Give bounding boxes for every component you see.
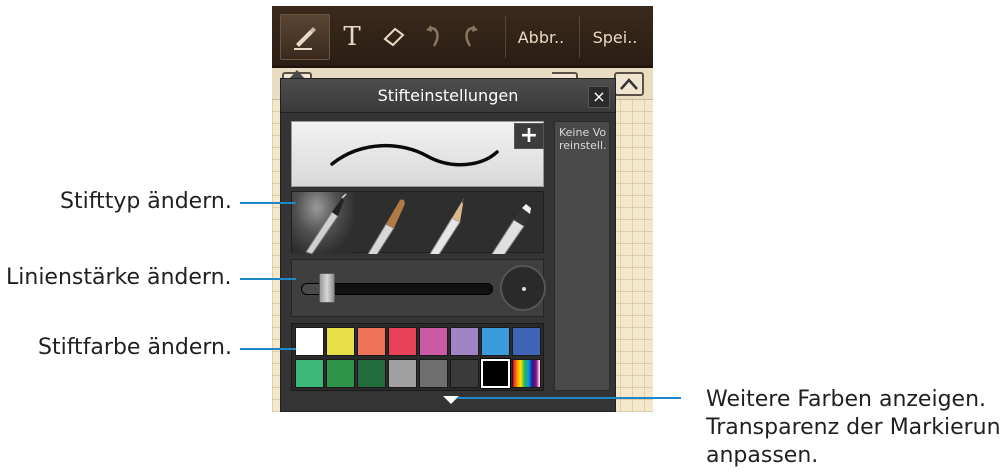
callout-leader-pen-type xyxy=(240,202,296,204)
color-swatch[interactable] xyxy=(512,327,541,356)
collapse-button[interactable] xyxy=(614,72,644,96)
close-button[interactable]: × xyxy=(588,86,610,108)
undo-button[interactable] xyxy=(416,14,452,60)
pen-icon xyxy=(294,27,316,50)
toolbar-divider xyxy=(505,16,506,58)
save-label: Spei.. xyxy=(592,27,638,47)
color-swatch[interactable] xyxy=(419,359,448,388)
popup-title: Stifteinstellungen xyxy=(377,86,519,105)
callout-more-colors-line1: Weitere Farben anzeigen. xyxy=(706,387,987,412)
color-swatch[interactable] xyxy=(357,327,386,356)
callout-more-colors-line2: Transparenz der Markierung xyxy=(706,415,1001,440)
thickness-preview xyxy=(500,265,546,311)
color-swatch[interactable] xyxy=(295,327,324,356)
undo-icon xyxy=(426,25,439,47)
callout-thickness: Linienstärke ändern. xyxy=(6,265,232,290)
pen-type-marker[interactable] xyxy=(482,192,544,259)
color-swatch[interactable] xyxy=(326,359,355,388)
callout-leader-thickness xyxy=(240,278,296,280)
chevron-up-icon xyxy=(620,78,638,90)
redo-icon xyxy=(465,25,478,47)
color-swatch[interactable] xyxy=(481,327,510,356)
pen-type-fountain-pen[interactable] xyxy=(292,192,354,255)
pen-type-brush[interactable] xyxy=(356,192,418,257)
callout-leader-color xyxy=(240,348,296,350)
thickness-dot xyxy=(522,287,526,291)
plus-icon: + xyxy=(519,123,539,148)
no-presets-text: Keine Vo reinstell. xyxy=(559,126,607,152)
thickness-control xyxy=(291,259,546,317)
top-toolbar: T Abbr.. Spei.. xyxy=(272,6,653,68)
color-spectrum-swatch[interactable] xyxy=(512,359,541,388)
color-swatch[interactable] xyxy=(295,359,324,388)
save-button[interactable]: Spei.. xyxy=(584,14,646,60)
callout-leader-more-colors xyxy=(457,397,681,399)
pen-tool-button[interactable] xyxy=(280,14,330,60)
fountain-pen-icon xyxy=(305,193,347,255)
stroke-preview xyxy=(291,121,544,187)
phone-screen: T Abbr.. Spei.. Stifteinstellungen × + K… xyxy=(272,6,653,412)
eraser-icon xyxy=(383,27,405,47)
cancel-label: Abbr.. xyxy=(517,27,565,47)
close-icon: × xyxy=(592,87,606,106)
color-swatch[interactable] xyxy=(388,359,417,388)
color-swatch[interactable] xyxy=(450,327,479,356)
color-swatch[interactable] xyxy=(419,327,448,356)
color-swatch[interactable] xyxy=(357,359,386,388)
presets-panel[interactable]: Keine Vo reinstell. xyxy=(554,121,610,391)
eraser-tool-button[interactable] xyxy=(374,14,414,60)
callout-color: Stiftfarbe ändern. xyxy=(38,335,232,360)
stroke-preview-line xyxy=(330,143,499,167)
color-swatch[interactable] xyxy=(388,327,417,356)
brush-icon xyxy=(367,199,405,257)
text-T-icon: T xyxy=(343,22,361,52)
color-swatch[interactable] xyxy=(480,358,511,389)
pen-type-pencil[interactable] xyxy=(418,192,480,257)
cancel-button[interactable]: Abbr.. xyxy=(510,14,572,60)
pen-type-selector xyxy=(291,191,544,259)
pen-settings-popup: Stifteinstellungen × + Keine Vo reinstel… xyxy=(280,78,616,412)
marker-icon xyxy=(491,204,531,259)
text-tool-button[interactable]: T xyxy=(332,14,372,60)
add-preset-button[interactable]: + xyxy=(514,123,544,149)
color-swatch[interactable] xyxy=(450,359,479,388)
toolbar-divider xyxy=(579,16,580,58)
callout-pen-type: Stifttyp ändern. xyxy=(60,189,232,214)
callout-more-colors-line3: anpassen. xyxy=(706,443,819,468)
pencil-icon xyxy=(429,198,464,257)
thickness-slider-handle[interactable] xyxy=(318,273,335,303)
color-swatch[interactable] xyxy=(326,327,355,356)
color-palette xyxy=(291,323,544,391)
redo-button[interactable] xyxy=(452,14,488,60)
popup-header: Stifteinstellungen × xyxy=(281,79,615,113)
